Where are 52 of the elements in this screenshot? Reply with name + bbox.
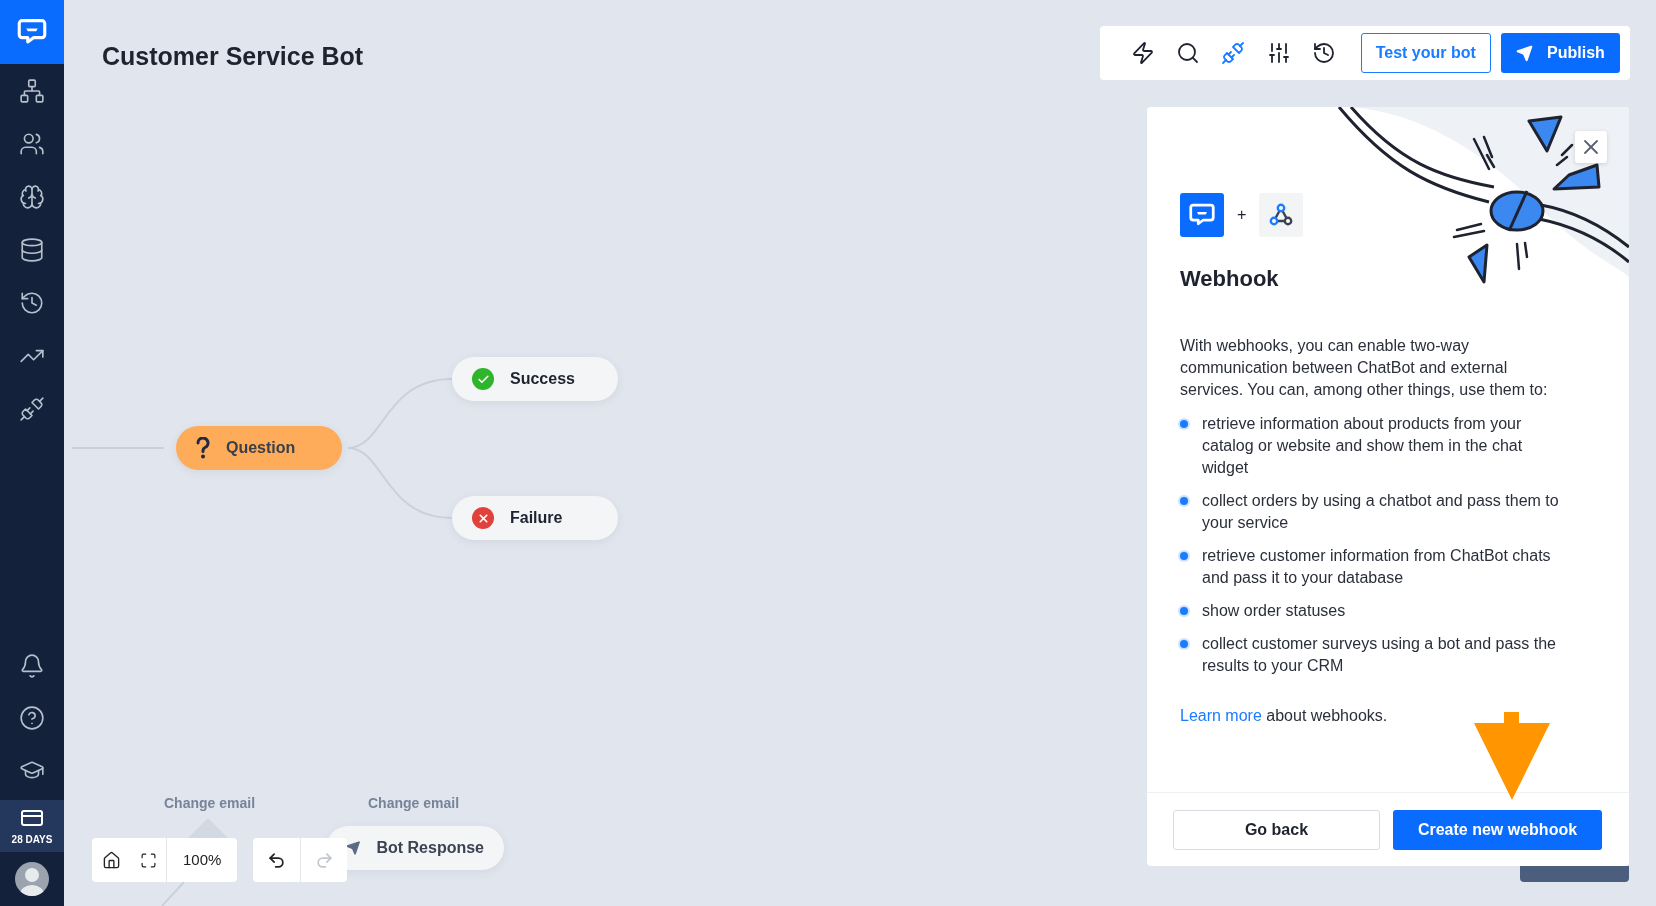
brain-icon	[19, 183, 45, 210]
trial-badge[interactable]: 28 DAYS	[0, 800, 64, 852]
search-icon	[1176, 41, 1200, 65]
bullet-text: collect orders by using a chatbot and pass them to your service	[1202, 491, 1560, 533]
database-icon	[19, 236, 45, 263]
sliders-icon	[1266, 41, 1291, 65]
node-label: Bot Response	[376, 838, 484, 858]
app-logo[interactable]	[0, 0, 64, 64]
trial-days: 28 DAYS	[11, 831, 53, 847]
intro-text: With webhooks, you can enable two-way communication between ChatBot and external services. You can, among other things, use them to:	[1180, 336, 1549, 400]
undo-icon	[267, 850, 287, 870]
history-icon	[19, 289, 45, 316]
flow-node[interactable]: Bot Response	[326, 826, 504, 870]
node-label: Failure	[510, 508, 563, 528]
home-icon	[101, 850, 121, 870]
avatar[interactable]	[15, 862, 49, 896]
paper-plane-icon	[346, 838, 361, 858]
bullet-text: show order statuses	[1202, 601, 1346, 621]
flow-node[interactable]: Question	[176, 426, 342, 470]
node-label: Question	[226, 438, 296, 458]
bot-title: Customer Service Bot	[102, 41, 364, 72]
node-label: Success	[510, 369, 575, 389]
plug-icon	[1221, 41, 1246, 65]
expand-icon	[139, 851, 157, 869]
plug-icon	[19, 395, 45, 422]
sitemap-icon	[19, 77, 45, 104]
question-mark-icon	[196, 437, 210, 459]
send-icon	[1516, 44, 1533, 62]
zoom-level[interactable]: 100%	[166, 838, 238, 882]
redo-icon	[314, 850, 334, 870]
test-bot-button[interactable]: Test your bot	[1360, 33, 1491, 73]
create-webhook-button[interactable]: Create new webhook	[1393, 809, 1602, 850]
connector-line	[161, 881, 185, 906]
edge-label: Change email	[164, 794, 256, 813]
flow-node[interactable]: Failure	[452, 496, 618, 540]
bullet-text: collect customer surveys using a bot and pass the results to your CRM	[1202, 634, 1557, 676]
users-icon	[19, 130, 45, 157]
close-button[interactable]	[1575, 131, 1607, 163]
help-icon	[19, 705, 45, 731]
learn-more-text: Learn more about webhooks.	[1180, 706, 1389, 726]
bell-icon	[19, 653, 45, 679]
bullet-text: retrieve customer information from ChatBot chats and pass it to your database	[1202, 546, 1552, 588]
edge-label: Change email	[368, 794, 460, 813]
flow-node[interactable]: Success	[452, 357, 618, 401]
lightning-icon	[1130, 41, 1155, 65]
go-back-button[interactable]: Go back	[1173, 809, 1380, 850]
publish-button[interactable]: Publish	[1500, 33, 1620, 73]
learn-more-link[interactable]: Learn more	[1180, 707, 1262, 724]
plus-sign: +	[1237, 205, 1247, 225]
history-icon	[1311, 41, 1336, 65]
panel-title: Webhook	[1180, 265, 1280, 293]
bullet-text: retrieve information about products from your catalog or website and show them in the chat widget	[1202, 414, 1524, 478]
